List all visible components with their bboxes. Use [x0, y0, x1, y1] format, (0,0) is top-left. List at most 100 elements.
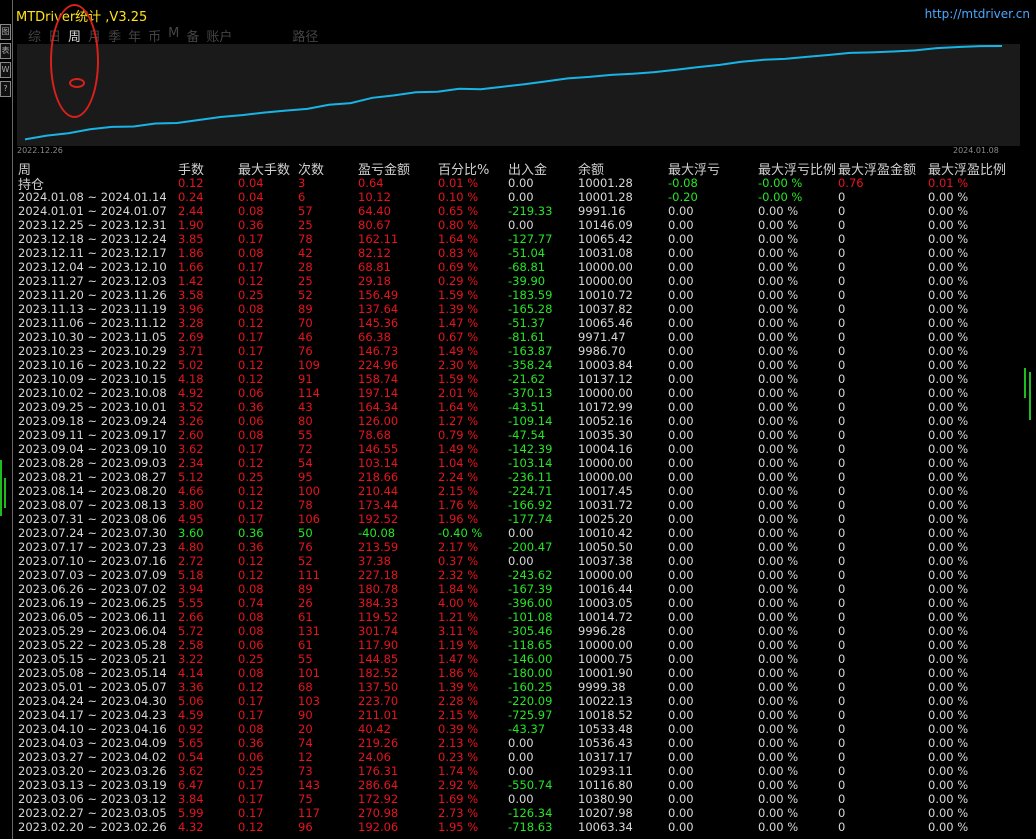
cell-col-1: 3.60 — [178, 526, 204, 540]
table-row: 2023.11.20 ~ 2023.11.26 3.58 0.25 52 156.49 1… — [0, 288, 1036, 302]
cell-col-9: 0.00 % — [758, 680, 799, 694]
cell-col-0: 2023.04.03 ~ 2023.04.09 — [18, 736, 167, 750]
cell-col-10: 0 — [838, 260, 846, 274]
tab-8[interactable]: 备 — [186, 26, 199, 45]
cell-col-11: 0.00 % — [928, 414, 969, 428]
cell-col-11: 0.00 % — [928, 610, 969, 624]
side-button-table[interactable]: 表 — [0, 43, 11, 59]
cell-col-4: 223.70 — [358, 694, 399, 708]
cell-col-11: 0.00 % — [928, 260, 969, 274]
cell-col-10: 0 — [838, 736, 846, 750]
cell-col-5: 1.49 % — [438, 344, 479, 358]
cell-col-2: 0.08 — [238, 666, 264, 680]
cell-col-11: 0.00 % — [928, 764, 969, 778]
cell-col-4: 24.06 — [358, 750, 391, 764]
cell-col-11: 0.00 % — [928, 638, 969, 652]
cell-col-10: 0 — [838, 246, 846, 260]
site-link[interactable]: http://mtdriver.cn — [925, 7, 1030, 21]
cell-col-10: 0 — [838, 302, 846, 316]
cell-col-8: 0.00 — [668, 302, 694, 316]
cell-col-2: 0.08 — [238, 610, 264, 624]
cell-col-1: 3.28 — [178, 316, 204, 330]
cell-col-3: 52 — [298, 554, 313, 568]
tab-10[interactable]: 路径 — [292, 26, 318, 45]
cell-col-11: 0.00 % — [928, 708, 969, 722]
cell-col-3: 50 — [298, 526, 313, 540]
cell-col-11: 0.00 % — [928, 568, 969, 582]
tab-7[interactable]: M — [168, 26, 179, 45]
cell-col-3: 57 — [298, 204, 313, 218]
cell-col-11: 0.00 % — [928, 302, 969, 316]
cell-col-2: 0.12 — [238, 554, 264, 568]
cell-col-11: 0.01 % — [928, 176, 969, 190]
cell-col-4: 192.06 — [358, 820, 399, 834]
cell-col-8: 0.00 — [668, 414, 694, 428]
cell-col-1: 2.58 — [178, 638, 204, 652]
cell-col-7: 10031.08 — [578, 246, 633, 260]
cell-col-5: 2.30 % — [438, 358, 479, 372]
cell-col-4: 286.64 — [358, 778, 399, 792]
cell-col-4: 301.74 — [358, 624, 399, 638]
cell-col-10: 0 — [838, 428, 846, 442]
side-button-w[interactable]: W — [0, 62, 11, 78]
table-row: 2023.09.04 ~ 2023.09.10 3.62 0.17 72 146.55 1… — [0, 442, 1036, 456]
cell-col-0: 2023.03.20 ~ 2023.03.26 — [18, 764, 167, 778]
cell-col-1: 5.02 — [178, 358, 204, 372]
cell-col-4: 218.66 — [358, 470, 399, 484]
cell-col-1: 2.69 — [178, 330, 204, 344]
side-button-help[interactable]: ? — [0, 81, 11, 97]
tab-0[interactable]: 综 — [28, 26, 41, 45]
cell-col-1: 1.42 — [178, 274, 204, 288]
cell-col-3: 109 — [298, 358, 320, 372]
cell-col-8: 0.00 — [668, 596, 694, 610]
cell-col-9: 0.00 % — [758, 302, 799, 316]
cell-col-6: -39.90 — [508, 274, 546, 288]
cell-col-2: 0.06 — [238, 638, 264, 652]
cell-col-8: 0.00 — [668, 540, 694, 554]
cell-col-4: 64.40 — [358, 204, 391, 218]
cell-col-7: 10001.28 — [578, 176, 633, 190]
cell-col-0: 2023.09.25 ~ 2023.10.01 — [18, 400, 167, 414]
cell-col-5: 2.13 % — [438, 736, 479, 750]
cell-col-3: 61 — [298, 610, 313, 624]
cell-col-4: 172.92 — [358, 792, 399, 806]
cell-col-1: 2.66 — [178, 610, 204, 624]
table-row: 2023.05.08 ~ 2023.05.14 4.14 0.08 101 182.52… — [0, 666, 1036, 680]
cell-col-5: 2.28 % — [438, 694, 479, 708]
cell-col-0: 2023.07.17 ~ 2023.07.23 — [18, 540, 167, 554]
cell-col-3: 25 — [298, 218, 313, 232]
cell-col-2: 0.08 — [238, 302, 264, 316]
cell-col-8: 0.00 — [668, 736, 694, 750]
cell-col-9: 0.00 % — [758, 806, 799, 820]
cell-col-6: -718.63 — [508, 820, 553, 834]
cell-col-5: 1.04 % — [438, 456, 479, 470]
cell-col-3: 78 — [298, 498, 313, 512]
cell-col-3: 80 — [298, 414, 313, 428]
cell-col-3: 89 — [298, 302, 313, 316]
tab-6[interactable]: 币 — [148, 26, 161, 45]
table-row: 2023.04.10 ~ 2023.04.16 0.92 0.08 20 40.42 0.… — [0, 722, 1036, 736]
cell-col-3: 76 — [298, 344, 313, 358]
cell-col-5: 2.73 % — [438, 806, 479, 820]
side-button-chart[interactable]: 图 — [0, 24, 11, 40]
cell-col-4: 137.64 — [358, 302, 399, 316]
table-row: 2023.11.13 ~ 2023.11.19 3.96 0.08 89 137.64 1… — [0, 302, 1036, 316]
cell-col-11: 0.00 % — [928, 484, 969, 498]
table-row: 2023.05.01 ~ 2023.05.07 3.36 0.12 68 137.50 1… — [0, 680, 1036, 694]
cell-col-8: 0.00 — [668, 218, 694, 232]
cell-col-6: -21.62 — [508, 372, 546, 386]
cell-col-9: 0.00 % — [758, 736, 799, 750]
cell-col-10: 0 — [838, 540, 846, 554]
cell-col-6: -358.24 — [508, 358, 553, 372]
cell-col-9: 0.00 % — [758, 540, 799, 554]
cell-col-2: 0.12 — [238, 358, 264, 372]
table-row: 2023.09.18 ~ 2023.09.24 3.26 0.06 80 126.00 1… — [0, 414, 1036, 428]
tab-9[interactable]: 账户 — [206, 26, 232, 45]
cell-col-5: 0.67 % — [438, 330, 479, 344]
cell-col-11: 0.00 % — [928, 428, 969, 442]
cell-col-7: 10016.44 — [578, 582, 633, 596]
tab-5[interactable]: 年 — [128, 26, 141, 45]
cell-col-8: 0.00 — [668, 456, 694, 470]
cell-col-8: 0.00 — [668, 638, 694, 652]
tab-4[interactable]: 季 — [108, 26, 121, 45]
